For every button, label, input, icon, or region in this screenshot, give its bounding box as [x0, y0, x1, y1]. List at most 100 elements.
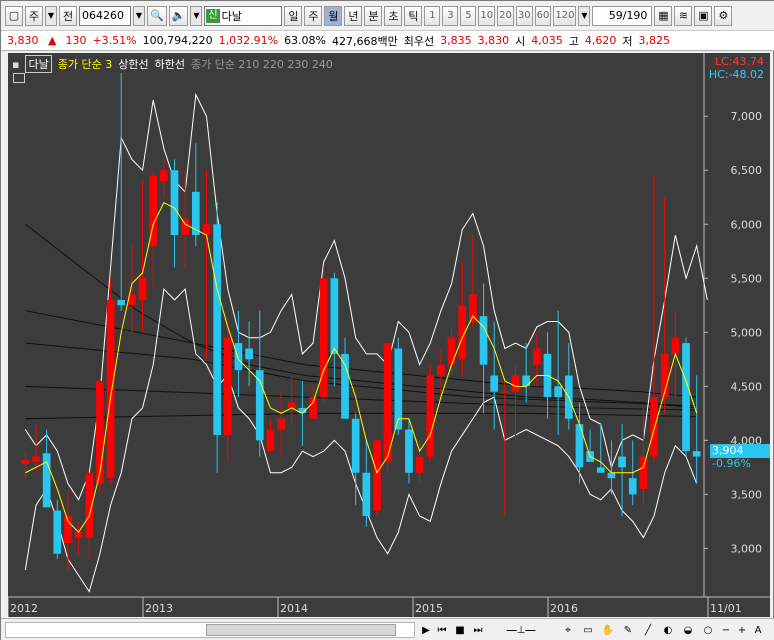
data-count-input[interactable]: 59/190 [592, 5, 653, 26]
legend-lower[interactable]: 하한선 [155, 56, 185, 72]
candle-body [692, 451, 701, 457]
speaker-dropdown-icon[interactable]: ▼ [190, 5, 203, 26]
camera-icon[interactable]: ▭ [581, 622, 595, 638]
interval-3[interactable]: 3 [442, 5, 459, 26]
stop-icon[interactable]: ■ [453, 622, 467, 638]
change-value: 130 [65, 34, 87, 47]
stock-name: 다날 [221, 9, 242, 23]
zoom-in-icon[interactable]: + [735, 622, 749, 638]
open-price: 4,035 [531, 34, 563, 47]
interval-30[interactable]: 30 [515, 5, 533, 26]
pattern-icon[interactable]: ≋ [674, 5, 693, 26]
candle-body [309, 397, 317, 419]
y-tick-label: 3,000 [731, 542, 763, 555]
hc-label: HC:-48.02 [708, 68, 764, 81]
gear-icon[interactable]: ⚙ [714, 5, 733, 26]
period-month[interactable]: 월 [324, 5, 343, 26]
interval-10[interactable]: 10 [478, 5, 496, 26]
candle-body [447, 337, 456, 365]
paint-icon[interactable]: ◐ [661, 622, 675, 638]
candle-body [501, 391, 509, 393]
legend-ma[interactable]: 종가 단순 3 [58, 56, 112, 72]
interval-5[interactable]: 5 [460, 5, 477, 26]
y-tick-label: 6,000 [731, 218, 763, 231]
candle-body [405, 429, 413, 473]
candle-body [394, 348, 403, 430]
bucket-icon[interactable]: ◒ [681, 622, 695, 638]
legend-bullet-icon: ▪ [12, 57, 20, 71]
candle-body [650, 397, 658, 457]
price-chart[interactable]: 3,0003,5004,0004,5005,0005,5006,0006,500… [8, 53, 770, 617]
y-tick-label: 3,500 [731, 488, 763, 501]
last-percent-tag: -0.96% [712, 456, 751, 470]
period-tick[interactable]: 틱 [404, 5, 423, 26]
chart-background [8, 53, 770, 617]
quote-bar: 3,830 ▲ 130 +3.51% 100,794,220 1,032.91%… [1, 31, 774, 51]
interval-20[interactable]: 20 [497, 5, 514, 26]
pen-icon[interactable]: ✎ [621, 622, 635, 638]
interval-120[interactable]: 120 [553, 5, 577, 26]
candle-body [671, 337, 680, 354]
stock-name-box[interactable]: 신 다날 [204, 5, 283, 26]
candle-body [575, 424, 584, 468]
volume-percent: 1,032.91% [218, 34, 279, 47]
candle-body [490, 375, 499, 392]
candle-body [330, 278, 339, 354]
candle-body [639, 456, 648, 489]
first-icon[interactable]: ⏮ [435, 622, 449, 638]
volume: 100,794,220 [142, 34, 213, 47]
search-icon[interactable]: ○ [701, 622, 715, 638]
period-second[interactable]: 초 [384, 5, 403, 26]
font-size-icon[interactable]: A [751, 622, 765, 638]
legend-upper[interactable]: 상한선 [118, 56, 148, 72]
turnover-rate: 63.08% [284, 34, 327, 47]
window-icon[interactable]: ▢ [5, 5, 23, 26]
search-icon[interactable]: 🔍 [147, 5, 167, 26]
candle-body [138, 278, 147, 300]
crosshair-icon[interactable]: ⌖ [561, 622, 575, 638]
lc-label: LC:43.74 [714, 55, 764, 68]
interval-60[interactable]: 60 [534, 5, 552, 26]
speaker-icon[interactable]: 🔈 [168, 5, 189, 26]
save-icon[interactable]: ▣ [694, 5, 713, 26]
candle-body [341, 353, 349, 419]
candle-body [426, 375, 435, 457]
scroll-right-icon[interactable]: ▶ [419, 622, 433, 638]
chart-legend: ▪ 다날 종가 단순 3 상한선 하한선 종가 단순 210 220 230 2… [12, 55, 333, 73]
legend-stock[interactable]: 다날 [25, 55, 52, 73]
stock-code-input[interactable]: 064260 [79, 5, 131, 26]
grid-settings-icon[interactable]: ▦ [654, 5, 673, 26]
bottom-bar: ▶ ⏮ ■ ⏭ ⎯⎯⊥⎯⎯ ⌖ ▭ ✋ ✎ ╱ ◐ ◒ ○ − + A [1, 618, 774, 640]
current-price: 3,830 ▲ [1, 34, 62, 47]
interval-1[interactable]: 1 [424, 5, 441, 26]
low-price: 3,825 [638, 34, 671, 47]
last-price-tag: 3,904 [710, 443, 770, 458]
horizontal-scrollbar[interactable] [5, 622, 415, 638]
candle-body [170, 170, 179, 236]
table-view-icon[interactable] [13, 73, 25, 83]
code-dropdown-icon[interactable]: ▼ [133, 5, 145, 26]
hand-icon[interactable]: ✋ [601, 622, 615, 638]
zoom-slider[interactable]: ⎯⎯⊥⎯⎯ [491, 622, 551, 638]
period-minute[interactable]: 분 [364, 5, 383, 26]
y-tick-label: 5,000 [731, 326, 763, 339]
period-week[interactable]: 주 [304, 5, 323, 26]
scroll-thumb[interactable] [206, 624, 396, 636]
period-year[interactable]: 년 [344, 5, 363, 26]
zoom-out-icon[interactable]: − [719, 622, 733, 638]
candle-body [511, 375, 520, 392]
candle-body [596, 467, 605, 473]
period-day[interactable]: 일 [284, 5, 303, 26]
chart-area[interactable]: 3,000 3,500 4,000 4,500 5,000 5,500 6,000 6,500… [8, 53, 770, 617]
prev-button[interactable]: 전 [59, 5, 77, 26]
last-icon[interactable]: ⏭ [471, 622, 485, 638]
legend-long-ma[interactable]: 종가 단순 210 220 230 240 [191, 56, 333, 72]
candle-body [74, 532, 83, 538]
candle-body [628, 478, 637, 495]
line-icon[interactable]: ╱ [641, 622, 655, 638]
price-value: 3,830 [7, 34, 39, 47]
chevron-down-icon[interactable]: ▼ [45, 5, 57, 26]
interval-dropdown-icon[interactable]: ▼ [578, 5, 591, 26]
market-select[interactable]: 주 [25, 5, 43, 26]
candle-body [53, 510, 62, 554]
